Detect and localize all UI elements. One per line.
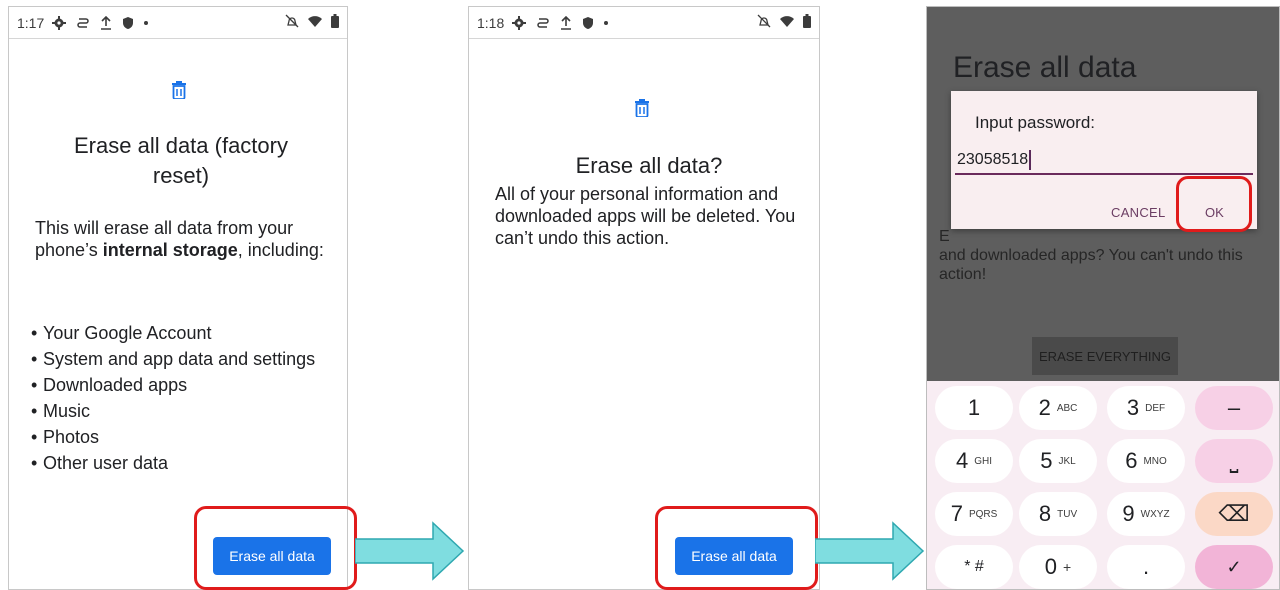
erase-confirm-description: All of your personal information and dow… <box>495 184 796 248</box>
minus-icon: – <box>1227 395 1241 420</box>
trash-icon <box>172 81 186 104</box>
key-digit: 3 <box>1126 395 1140 420</box>
key-digit: 4 <box>955 448 969 473</box>
status-bar: 1:17 <box>9 7 347 39</box>
upload-icon <box>100 15 112 30</box>
key-letters: GHI <box>974 455 993 467</box>
key-digit: 9 <box>1122 501 1135 526</box>
checkmark-icon: ✓ <box>1226 556 1242 577</box>
key-star-hash[interactable]: * # <box>935 545 1013 589</box>
wifi-icon <box>779 14 795 31</box>
space-icon: ⎵ <box>1229 448 1239 473</box>
shield-icon <box>582 16 594 30</box>
key-6[interactable]: 6 MNO <box>1107 439 1185 483</box>
key-5[interactable]: 5 JKL <box>1019 439 1097 483</box>
status-bar: 1:18 <box>469 7 819 39</box>
key-7[interactable]: 7 PQRS <box>935 492 1013 536</box>
key-digit: 0 <box>1044 554 1058 579</box>
key-letters: PQRS <box>968 508 998 520</box>
done-key[interactable]: ✓ <box>1195 545 1273 589</box>
flow-arrow <box>814 521 925 586</box>
phone-screen-factory-reset: 1:17 Erase all data (factory reset) This… <box>8 6 348 590</box>
battery-icon <box>331 14 339 31</box>
erase-items-list: Your Google Account System and app data … <box>31 323 331 479</box>
key-digit: 8 <box>1038 501 1052 526</box>
flow-arrow <box>354 521 465 586</box>
key-digit: 5 <box>1040 448 1053 473</box>
description-suffix: , including: <box>237 240 324 260</box>
backspace-icon: ⌫ <box>1218 501 1250 526</box>
minus-key[interactable]: – <box>1195 386 1273 430</box>
dialog-title: Input password: <box>975 113 1096 132</box>
description-bold-text: internal storage <box>102 240 238 260</box>
key-letters: JKL <box>1058 455 1076 467</box>
key-8[interactable]: 8 TUV <box>1019 492 1097 536</box>
password-value: 23058518 <box>957 151 1029 168</box>
alarm-off-icon <box>285 14 299 31</box>
wifi-icon <box>307 14 323 31</box>
cancel-button[interactable]: CANCEL <box>1111 205 1166 220</box>
key-digit: . <box>1142 554 1150 579</box>
sync-icon <box>536 16 550 30</box>
list-item: Downloaded apps <box>31 375 331 396</box>
numeric-keypad: 1 2 ABC 3 DEF – 4 GHI 5 JKL 6 MNO ⎵ 7 PQRS 8 TU… <box>927 381 1279 589</box>
status-time: 1:17 <box>17 14 45 31</box>
phone-screen-password-entry: Erase all data E and downloaded apps? Yo… <box>926 6 1280 590</box>
key-3[interactable]: 3 DEF <box>1107 386 1185 430</box>
password-input[interactable]: 23058518 <box>955 147 1253 175</box>
key-period[interactable]: . <box>1107 545 1185 589</box>
dot-icon <box>144 20 149 25</box>
page-title: Erase all data <box>953 51 1137 84</box>
highlight-box <box>194 506 357 590</box>
key-digit: 7 <box>950 501 963 526</box>
key-1[interactable]: 1 <box>935 386 1013 430</box>
settings-gear-icon <box>52 15 67 30</box>
page-title: Erase all data (factory reset) <box>74 133 288 188</box>
list-item: Music <box>31 401 331 422</box>
backspace-key[interactable]: ⌫ <box>1195 492 1273 536</box>
phone-screen-erase-confirm: 1:18 Erase all data? All of your persona… <box>468 6 820 590</box>
highlight-box <box>655 506 818 590</box>
list-item: Your Google Account <box>31 323 331 344</box>
trash-icon <box>635 99 649 122</box>
text-caret <box>1029 150 1032 170</box>
key-digit: * # <box>964 558 984 575</box>
status-time: 1:18 <box>477 14 505 31</box>
page-title: Erase all data? <box>575 153 723 178</box>
alarm-off-icon <box>757 14 771 31</box>
erase-description: This will erase all data from your phone… <box>35 217 327 261</box>
battery-icon <box>803 14 811 31</box>
key-9[interactable]: 9 WXYZ <box>1107 492 1185 536</box>
upload-icon <box>560 15 572 30</box>
key-letters: DEF <box>1145 402 1166 414</box>
list-item: Other user data <box>31 453 331 474</box>
warning-visible-text: and downloaded apps? You can't undo this… <box>939 247 1243 283</box>
shield-icon <box>122 16 134 30</box>
highlight-box <box>1176 176 1252 232</box>
key-letters: TUV <box>1057 508 1078 520</box>
erase-warning-text: E and downloaded apps? You can't undo th… <box>939 227 1259 284</box>
warning-prefix: E <box>939 228 950 245</box>
key-digit: 2 <box>1038 395 1051 420</box>
key-letters: MNO <box>1143 455 1167 467</box>
sync-icon <box>76 16 90 30</box>
settings-gear-icon <box>512 15 527 30</box>
list-item: Photos <box>31 427 331 448</box>
key-digit: 6 <box>1125 448 1138 473</box>
key-letters: ABC <box>1056 402 1078 414</box>
list-item: System and app data and settings <box>31 349 331 370</box>
key-2[interactable]: 2 ABC <box>1019 386 1097 430</box>
space-key[interactable]: ⎵ <box>1195 439 1273 483</box>
key-digit: 1 <box>967 395 981 420</box>
dot-icon <box>604 20 609 25</box>
erase-everything-button[interactable]: ERASE EVERYTHING <box>1032 337 1178 375</box>
key-letters: WXYZ <box>1140 508 1170 520</box>
key-4[interactable]: 4 GHI <box>935 439 1013 483</box>
key-0[interactable]: 0 + <box>1019 545 1097 589</box>
key-letters: + <box>1063 559 1072 575</box>
